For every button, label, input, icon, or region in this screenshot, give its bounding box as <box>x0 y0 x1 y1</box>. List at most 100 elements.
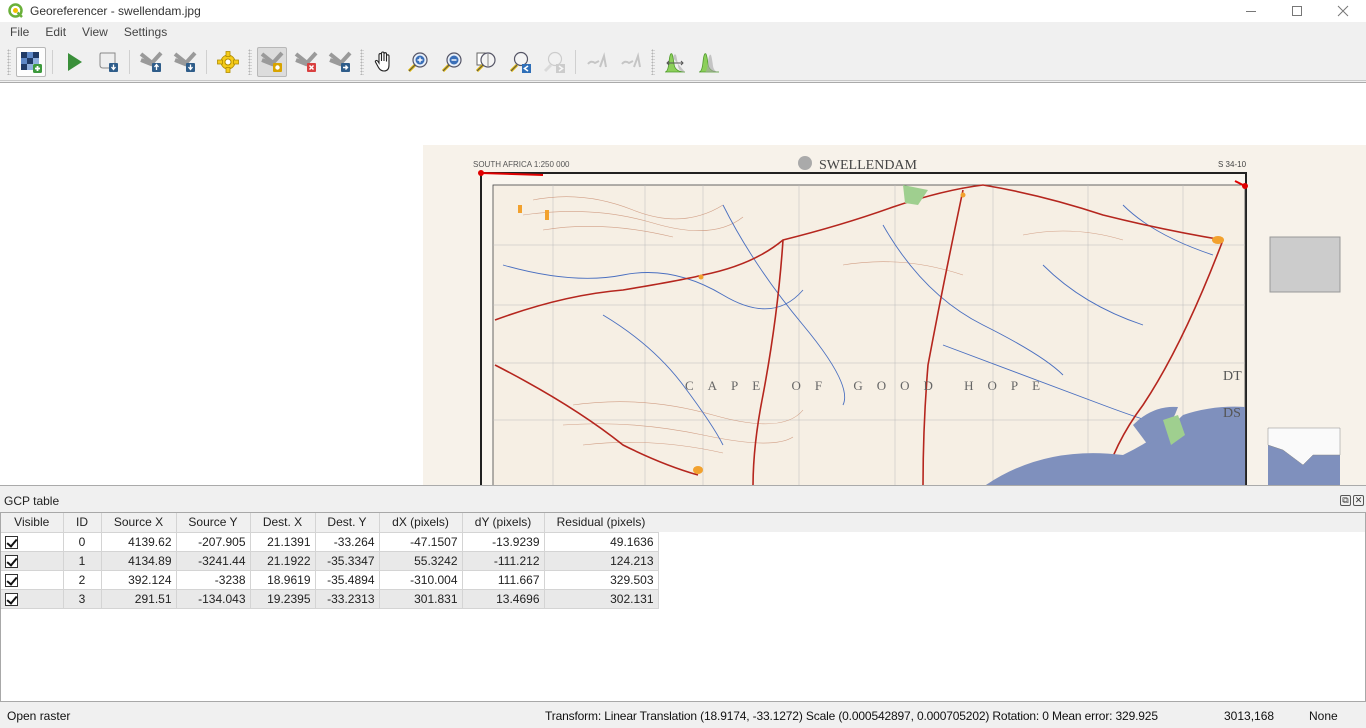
add-point-button[interactable] <box>257 46 287 77</box>
zoom-in-button[interactable] <box>403 47 433 77</box>
col-dest-y[interactable]: Dest. Y <box>315 513 380 533</box>
menu-view[interactable]: View <box>74 22 116 43</box>
dock-float-button[interactable]: ⧉ <box>1340 495 1351 506</box>
dest-y[interactable]: -35.4894 <box>315 570 380 590</box>
map-canvas[interactable]: SOUTH AFRICA 1:250 000 SWELLENDAM S 34-1… <box>0 82 1366 486</box>
map-subtitle: SOUTH AFRICA 1:250 000 <box>473 160 570 169</box>
link-georeferencer-to-qgis-button[interactable] <box>582 47 612 77</box>
generate-gdal-script-button[interactable] <box>93 47 123 77</box>
zoom-to-layer-button[interactable] <box>471 47 501 77</box>
close-icon <box>1337 5 1349 17</box>
float-icon: ⧉ <box>1342 495 1349 505</box>
toolbar-grip[interactable] <box>651 48 655 75</box>
source-y[interactable]: -3241.44 <box>176 551 251 571</box>
source-x[interactable]: 4134.89 <box>101 551 177 571</box>
gcp-id: 3 <box>63 589 102 609</box>
open-raster-button[interactable] <box>16 46 46 77</box>
dest-x[interactable]: 19.2395 <box>250 589 316 609</box>
dx-pixels: 301.831 <box>379 589 463 609</box>
dest-y[interactable]: -33.2313 <box>315 589 380 609</box>
menu-settings[interactable]: Settings <box>116 22 175 43</box>
source-x[interactable]: 4139.62 <box>101 532 177 552</box>
local-histogram-stretch-button[interactable] <box>660 47 690 77</box>
col-id[interactable]: ID <box>63 513 102 533</box>
maximize-icon <box>1292 6 1302 16</box>
zoom-next-button[interactable] <box>539 47 569 77</box>
dest-x[interactable]: 18.9619 <box>250 570 316 590</box>
crs-indicator[interactable]: None <box>1309 709 1338 723</box>
table-row[interactable]: 0 4139.62 -207.905 21.1391 -33.264 -47.1… <box>1 532 659 552</box>
col-dest-x[interactable]: Dest. X <box>250 513 316 533</box>
status-bar: Open raster Transform: Linear Translatio… <box>0 704 1366 728</box>
dest-x[interactable]: 21.1922 <box>250 551 316 571</box>
raster-map-image: SOUTH AFRICA 1:250 000 SWELLENDAM S 34-1… <box>423 145 1366 485</box>
close-button[interactable] <box>1320 0 1366 22</box>
script-icon <box>99 52 118 72</box>
toolbar-grip[interactable] <box>248 48 252 75</box>
toolbar-separator <box>206 49 207 74</box>
visible-checkbox[interactable] <box>5 592 18 606</box>
zoom-in-icon <box>407 51 428 72</box>
add-raster-icon <box>21 51 42 73</box>
source-y[interactable]: -134.043 <box>176 589 251 609</box>
dx-pixels: -47.1507 <box>379 532 463 552</box>
minimize-button[interactable] <box>1228 0 1274 22</box>
play-icon <box>68 52 82 71</box>
transformation-settings-button[interactable] <box>213 47 243 77</box>
zoom-last-icon <box>509 51 531 73</box>
residual-pixels: 302.131 <box>544 589 659 609</box>
full-histogram-stretch-button[interactable] <box>694 47 724 77</box>
delete-point-button[interactable] <box>291 47 321 77</box>
menu-edit[interactable]: Edit <box>37 22 74 43</box>
pan-hand-icon <box>374 50 390 72</box>
menu-file[interactable]: File <box>2 22 37 43</box>
coordinate-readout: 3013,168 <box>1224 709 1275 723</box>
col-source-x[interactable]: Source X <box>101 513 177 533</box>
toolbar-grip[interactable] <box>7 48 11 75</box>
col-dx[interactable]: dX (pixels) <box>379 513 463 533</box>
pan-button[interactable] <box>369 47 399 77</box>
col-residual[interactable]: Residual (pixels) <box>544 513 659 533</box>
table-row[interactable]: 1 4134.89 -3241.44 21.1922 -35.3347 55.3… <box>1 551 659 571</box>
dest-y[interactable]: -35.3347 <box>315 551 380 571</box>
delete-point-icon <box>294 51 318 72</box>
dock-close-button[interactable]: ✕ <box>1353 495 1364 506</box>
visible-checkbox[interactable] <box>5 535 18 549</box>
source-x[interactable]: 392.124 <box>101 570 177 590</box>
toolbar <box>0 43 1366 81</box>
col-dy[interactable]: dY (pixels) <box>462 513 545 533</box>
zoom-out-button[interactable] <box>437 47 467 77</box>
zoom-last-button[interactable] <box>505 47 535 77</box>
link-qgis-to-georeferencer-button[interactable] <box>616 47 646 77</box>
save-gcp-points-button[interactable] <box>170 47 200 77</box>
load-gcp-points-button[interactable] <box>136 47 166 77</box>
residual-pixels: 329.503 <box>544 570 659 590</box>
histogram-stretch-icon <box>664 52 686 72</box>
col-visible[interactable]: Visible <box>1 513 64 533</box>
histogram-full-icon <box>698 52 720 72</box>
toolbar-separator <box>52 49 53 74</box>
visible-checkbox[interactable] <box>5 554 18 568</box>
visible-checkbox[interactable] <box>5 573 18 587</box>
col-source-y[interactable]: Source Y <box>176 513 251 533</box>
table-row[interactable]: 2 392.124 -3238 18.9619 -35.4894 -310.00… <box>1 570 659 590</box>
gcp-table[interactable]: Visible ID Source X Source Y Dest. X Des… <box>0 512 1366 702</box>
table-row[interactable]: 3 291.51 -134.043 19.2395 -33.2313 301.8… <box>1 589 659 609</box>
maximize-button[interactable] <box>1274 0 1320 22</box>
dest-x[interactable]: 21.1391 <box>250 532 316 552</box>
source-x[interactable]: 291.51 <box>101 589 177 609</box>
map-title: SWELLENDAM <box>819 158 918 173</box>
window-title: Georeferencer - swellendam.jpg <box>30 4 201 18</box>
gcp-table-dock: GCP table ⧉ ✕ Visible ID Source X Source… <box>0 490 1366 702</box>
move-point-icon <box>328 51 352 72</box>
dx-pixels: 55.3242 <box>379 551 463 571</box>
close-icon: ✕ <box>1354 495 1363 505</box>
start-georeferencing-button[interactable] <box>59 47 89 77</box>
toolbar-grip[interactable] <box>360 48 364 75</box>
dy-pixels: 13.4696 <box>462 589 545 609</box>
dest-y[interactable]: -33.264 <box>315 532 380 552</box>
source-y[interactable]: -3238 <box>176 570 251 590</box>
move-gcp-point-button[interactable] <box>325 47 355 77</box>
source-y[interactable]: -207.905 <box>176 532 251 552</box>
gcp-table-title: GCP table <box>4 494 60 508</box>
